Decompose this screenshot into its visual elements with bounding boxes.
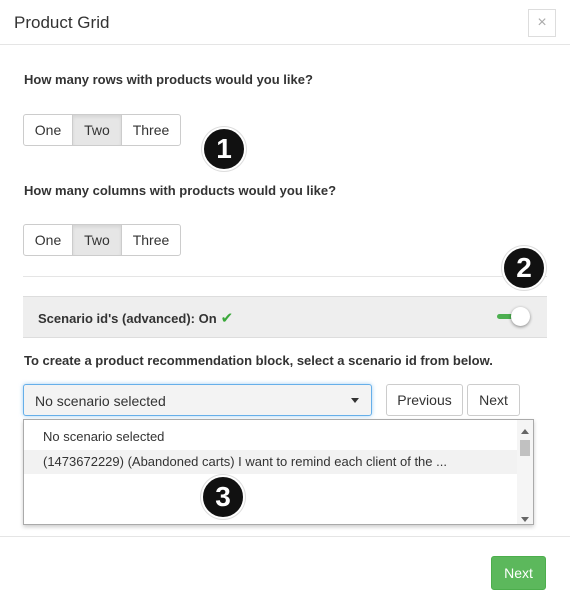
rows-button-group: One Two Three <box>23 114 181 146</box>
scenario-label-text: Scenario id's (advanced): On <box>38 311 217 326</box>
previous-button[interactable]: Previous <box>386 384 463 416</box>
toggle-knob <box>511 307 530 326</box>
dialog-title: Product Grid <box>14 13 110 32</box>
chevron-down-icon <box>351 398 359 403</box>
columns-option-one[interactable]: One <box>23 224 73 256</box>
scenario-toggle-bar: Scenario id's (advanced): On ✔ <box>23 296 547 338</box>
dialog-header: Product Grid × <box>0 0 570 45</box>
step-badge-1: 1 <box>202 127 246 171</box>
rows-question: How many rows with products would you li… <box>24 72 313 87</box>
checkmark-icon: ✔ <box>220 310 234 327</box>
dropdown-option-none[interactable]: No scenario selected <box>24 425 518 449</box>
scenario-label: Scenario id's (advanced): On ✔ <box>38 309 233 327</box>
close-icon[interactable]: × <box>528 9 556 37</box>
dropdown-scrollbar[interactable] <box>517 420 533 524</box>
scroll-up-icon[interactable] <box>521 429 529 434</box>
scenario-instruction: To create a product recommendation block… <box>24 353 493 368</box>
next-button[interactable]: Next <box>491 556 546 590</box>
section-divider <box>23 276 547 277</box>
scenario-toggle-switch[interactable] <box>497 307 531 327</box>
rows-option-one[interactable]: One <box>23 114 73 146</box>
scenario-select-value: No scenario selected <box>35 393 166 409</box>
step-badge-2: 2 <box>502 246 546 290</box>
columns-button-group: One Two Three <box>23 224 181 256</box>
columns-option-three[interactable]: Three <box>121 224 181 256</box>
scenario-dropdown-list: No scenario selected (1473672229) (Aband… <box>23 419 534 525</box>
dropdown-option-abandoned-carts[interactable]: (1473672229) (Abandoned carts) I want to… <box>24 450 518 474</box>
columns-option-two[interactable]: Two <box>72 224 122 256</box>
step-badge-3: 3 <box>201 475 245 519</box>
scroll-thumb[interactable] <box>520 440 530 456</box>
scroll-down-icon[interactable] <box>521 517 529 522</box>
next-scenario-button[interactable]: Next <box>467 384 520 416</box>
footer-divider <box>0 536 570 537</box>
rows-option-three[interactable]: Three <box>121 114 181 146</box>
columns-question: How many columns with products would you… <box>24 183 337 198</box>
rows-option-two[interactable]: Two <box>72 114 122 146</box>
scenario-select[interactable]: No scenario selected <box>23 384 372 416</box>
